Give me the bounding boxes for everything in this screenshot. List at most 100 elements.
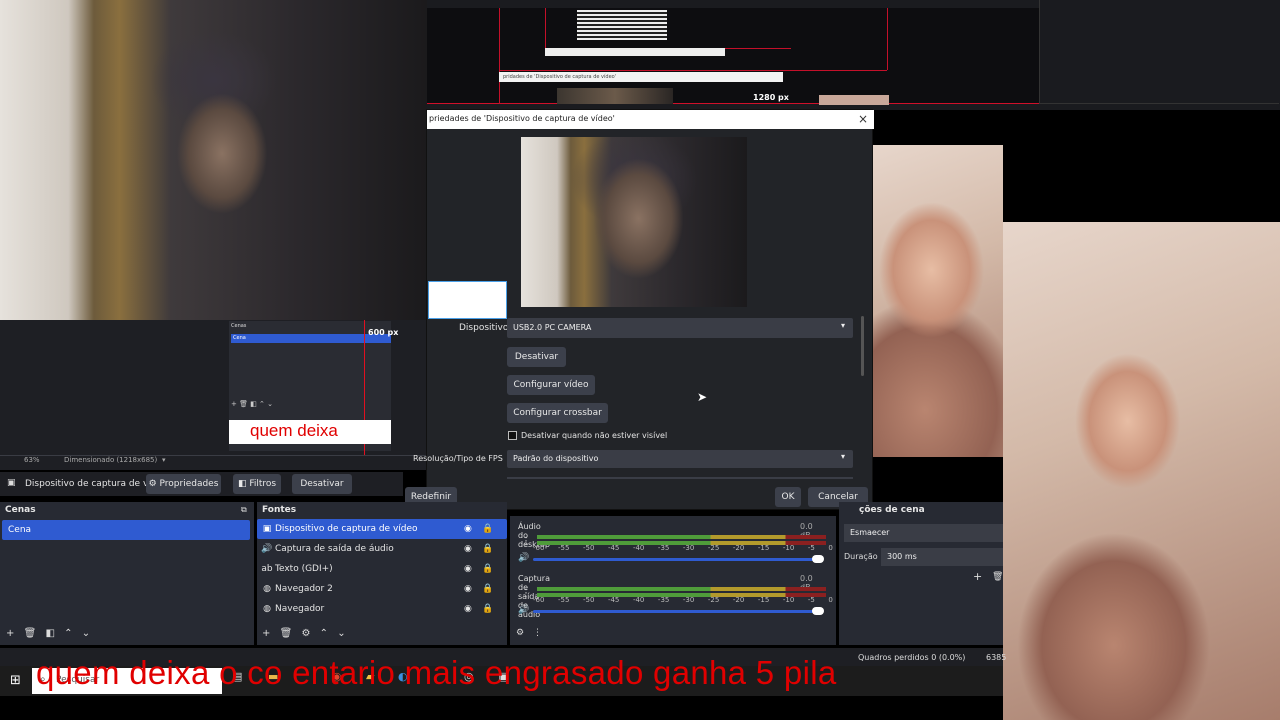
source-item-browser[interactable]: ◍ Navegador ◉ 🔒: [257, 599, 507, 619]
zoom-dropdown-icon[interactable]: ▾: [162, 456, 166, 464]
photo-right-large: [1003, 222, 1280, 720]
scene-item-cena[interactable]: Cena: [2, 520, 250, 540]
volume-slider-handle[interactable]: [812, 607, 824, 615]
mouse-cursor-icon: ➤: [697, 390, 708, 404]
chevron-down-icon: ▾: [841, 321, 846, 330]
recursive-preview-top: pridades de 'Dispositivo de captura de v…: [427, 0, 1280, 110]
chevron-down-icon: ▾: [841, 452, 846, 461]
properties-button[interactable]: ⚙ Propriedades: [146, 474, 221, 494]
source-toolbar-title: Dispositivo de captura de v: [25, 479, 149, 489]
webcam-preview-left: [0, 0, 427, 320]
chevron-down-icon[interactable]: ⌄: [337, 628, 345, 639]
transition-type: Esmaecer: [850, 528, 890, 537]
gear-icon[interactable]: ⚙: [301, 628, 310, 639]
properties-label: Propriedades: [159, 479, 219, 489]
fps-select-value: Padrão do dispositivo: [513, 454, 599, 463]
configure-crossbar-button[interactable]: Configurar crossbar: [507, 403, 608, 423]
camera-icon: ▣: [262, 524, 272, 534]
filter-icon: ◧: [237, 479, 250, 489]
kebab-menu-icon[interactable]: ⋮: [533, 628, 542, 638]
source-label: Navegador: [275, 604, 325, 614]
transitions-dock: ções de cena Esmaecer Duração 300 ms + 🗑: [839, 502, 1003, 645]
lock-icon[interactable]: 🔒: [482, 579, 493, 599]
volume-slider-handle[interactable]: [812, 555, 824, 563]
dropped-frames-label: Quadros perdidos 0 (0.0%): [858, 653, 966, 662]
windows-start-icon[interactable]: ⊞: [10, 673, 21, 688]
mini-dimension-600: 600 px: [368, 328, 399, 337]
photo-right-small: [873, 145, 1003, 457]
device-label: Dispositivo: [459, 323, 509, 333]
gear-icon[interactable]: ⚙: [516, 628, 524, 638]
filters-label: Filtros: [249, 479, 277, 489]
speaker-icon: 🔊: [261, 544, 273, 554]
kebab-menu-icon[interactable]: ⋮: [521, 536, 531, 547]
device-select-value: USB2.0 PC CAMERA: [513, 323, 592, 332]
ok-button[interactable]: OK: [775, 487, 801, 507]
close-icon[interactable]: ×: [858, 112, 868, 126]
chevron-down-icon[interactable]: ⌄: [82, 628, 90, 639]
zoom-label: 63%: [24, 456, 40, 464]
eye-icon[interactable]: ◉: [464, 579, 472, 599]
dialog-scrollbar[interactable]: [861, 316, 864, 376]
trash-icon[interactable]: 🗑: [992, 572, 1003, 582]
trash-icon[interactable]: 🗑: [280, 628, 293, 639]
lock-icon[interactable]: 🔒: [482, 539, 493, 559]
source-label: Navegador 2: [275, 584, 333, 594]
text-icon: ab: [261, 564, 273, 574]
scene-label: Cena: [8, 525, 32, 535]
scaled-label: Dimensionado (1218x685): [64, 456, 158, 464]
dock-undock-icon[interactable]: ⧉: [241, 505, 247, 515]
mini-dialog-title: pridades de 'Dispositivo de captura de v…: [499, 72, 783, 82]
eye-icon[interactable]: ◉: [464, 539, 472, 559]
source-item-audio-output[interactable]: 🔊 Captura de saída de áudio ◉ 🔒: [257, 539, 507, 559]
gear-icon: ⚙: [148, 479, 160, 489]
deactivate-checkbox[interactable]: [508, 431, 517, 440]
transitions-title: ções de cena: [859, 505, 925, 515]
mini-dimension-label: 1280 px: [753, 93, 789, 102]
filter-icon[interactable]: ◧: [45, 628, 54, 639]
fps-select[interactable]: Padrão do dispositivo ▾: [507, 450, 853, 468]
lock-icon[interactable]: 🔒: [482, 599, 493, 619]
disable-device-button[interactable]: Desativar: [507, 347, 566, 367]
sources-title: Fontes: [262, 505, 297, 515]
lock-icon[interactable]: 🔒: [482, 559, 493, 579]
eye-icon[interactable]: ◉: [464, 519, 472, 539]
volume-meter: [537, 587, 826, 591]
volume-meter: [537, 535, 826, 539]
eye-icon[interactable]: ◉: [464, 559, 472, 579]
speaker-icon[interactable]: 🔊: [518, 605, 529, 615]
chevron-up-icon[interactable]: ⌃: [320, 628, 328, 639]
eye-icon[interactable]: ◉: [464, 599, 472, 619]
status-extra-label: 6385: [986, 653, 1007, 662]
configure-video-button[interactable]: Configurar vídeo: [507, 375, 595, 395]
transition-select[interactable]: Esmaecer: [844, 524, 1003, 542]
disable-source-button[interactable]: Desativar: [292, 474, 352, 494]
source-label: Captura de saída de áudio: [275, 544, 394, 554]
overlay-caption: quem deixa o co entario mais engrasado g…: [36, 654, 837, 691]
lock-icon[interactable]: 🔒: [482, 519, 493, 539]
sources-dock: Fontes ▣ Dispositivo de captura de vídeo ◉…: [257, 502, 507, 645]
add-scene-icon[interactable]: +: [6, 628, 14, 639]
duration-input[interactable]: 300 ms: [881, 548, 1003, 566]
volume-slider[interactable]: [533, 558, 823, 561]
source-item-browser-2[interactable]: ◍ Navegador 2 ◉ 🔒: [257, 579, 507, 599]
volume-slider[interactable]: [533, 610, 823, 613]
dialog-title: priedades de 'Dispositivo de captura de …: [429, 114, 615, 123]
source-label: Texto (GDI+): [275, 564, 333, 574]
speaker-icon[interactable]: 🔊: [518, 553, 529, 563]
filters-button[interactable]: ◧ Filtros: [233, 474, 281, 494]
device-select[interactable]: USB2.0 PC CAMERA ▾: [507, 318, 853, 338]
source-item-text[interactable]: ab Texto (GDI+) ◉ 🔒: [257, 559, 507, 579]
mini-obs-window: Cenas Cena + 🗑 ◧ ⌃ ⌄ 600 px quem deixa: [0, 320, 427, 470]
chevron-up-icon[interactable]: ⌃: [64, 628, 72, 639]
mini-scenes-title: Cenas: [231, 323, 247, 329]
scenes-dock: Cenas ⧉ Cena + 🗑 ◧ ⌃ ⌄: [0, 502, 254, 645]
trash-icon[interactable]: 🗑: [24, 628, 37, 639]
kebab-menu-icon[interactable]: ⋮: [521, 588, 531, 599]
dialog-camera-preview: [521, 137, 747, 307]
add-transition-icon[interactable]: +: [973, 570, 982, 583]
source-item-video-capture[interactable]: ▣ Dispositivo de captura de vídeo ◉ 🔒: [257, 519, 507, 539]
camera-icon: ▣: [7, 478, 16, 488]
add-source-icon[interactable]: +: [262, 628, 270, 639]
source-toolbar: ▣ Dispositivo de captura de v ⚙ Propried…: [0, 472, 403, 496]
